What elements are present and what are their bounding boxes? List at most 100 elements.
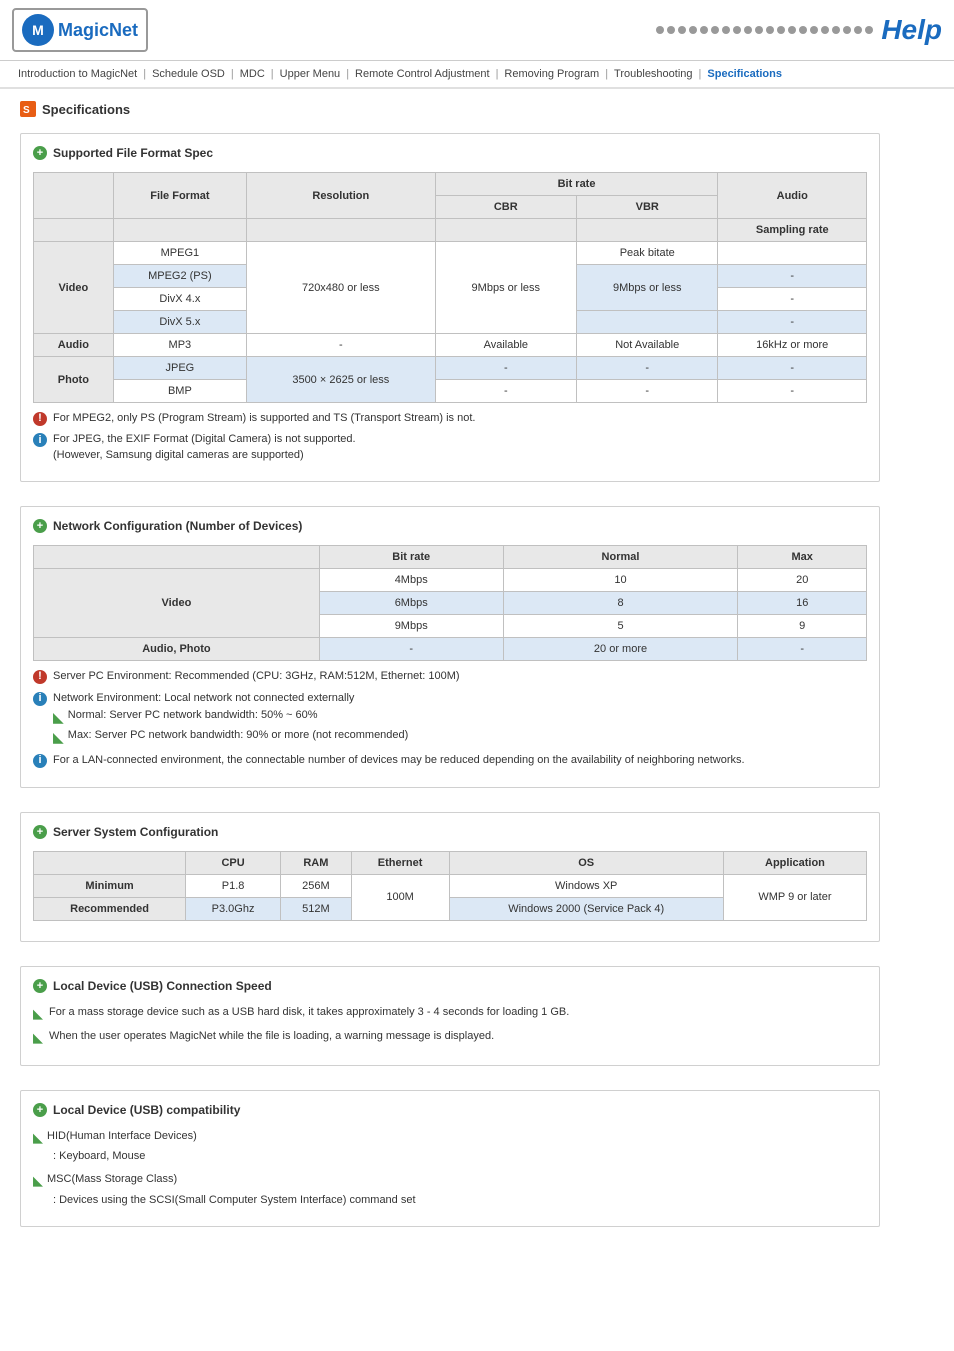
th-samp: Sampling rate (718, 219, 867, 242)
dot-18 (843, 26, 851, 34)
td-4mbps-max: 20 (738, 569, 867, 592)
td-vbr-divx5 (577, 311, 718, 334)
dot-19 (854, 26, 862, 34)
table-row: Video 4Mbps 10 20 (34, 569, 867, 592)
note-lan-connected: i For a LAN-connected environment, the c… (33, 753, 867, 768)
td-4mbps: 4Mbps (319, 569, 503, 592)
td-vbr-9mbps: 9Mbps or less (577, 265, 718, 311)
dot-17 (832, 26, 840, 34)
note-icon-blue-1: i (33, 433, 47, 447)
td-minimum-label: Minimum (34, 874, 186, 897)
td-min-cpu: P1.8 (186, 874, 281, 897)
th-audio: Audio (718, 173, 867, 219)
th-ss-app: Application (723, 851, 866, 874)
section-server-system: + Server System Configuration CPU RAM Et… (20, 812, 880, 942)
td-recommended-label: Recommended (34, 897, 186, 920)
dot-1 (656, 26, 664, 34)
section-file-format: + Supported File Format Spec File Format… (20, 133, 880, 482)
td-4mbps-normal: 10 (503, 569, 738, 592)
help-dots (656, 26, 873, 34)
table-row: Audio, Photo - 20 or more - (34, 638, 867, 661)
dot-13 (788, 26, 796, 34)
help-area: Help (656, 14, 942, 46)
td-9mbps-normal: 5 (503, 615, 738, 638)
td-6mbps-max: 16 (738, 592, 867, 615)
th-resolution: Resolution (247, 173, 436, 219)
section-local-device-speed: + Local Device (USB) Connection Speed ◣ … (20, 966, 880, 1066)
td-nc-video: Video (34, 569, 320, 638)
dot-15 (810, 26, 818, 34)
td-mpeg2: MPEG2 (PS) (113, 265, 246, 288)
th-empty2 (34, 219, 114, 242)
td-ethernet: 100M (351, 874, 449, 920)
dot-14 (799, 26, 807, 34)
td-rec-cpu: P3.0Ghz (186, 897, 281, 920)
logo-icon: M (22, 14, 54, 46)
dot-12 (777, 26, 785, 34)
section-network-title: + Network Configuration (Number of Devic… (33, 519, 867, 533)
th-vbr2 (577, 219, 718, 242)
note-icon-blue-2: i (33, 692, 47, 706)
nav-removing[interactable]: Removing Program (498, 65, 605, 83)
note-mpeg2-text: For MPEG2, only PS (Program Stream) is s… (53, 411, 475, 426)
dot-6 (711, 26, 719, 34)
note-mpeg2: ! For MPEG2, only PS (Program Stream) is… (33, 411, 867, 426)
td-video-label: Video (34, 242, 114, 334)
td-ap-max: - (738, 638, 867, 661)
nav-introduction[interactable]: Introduction to MagicNet (12, 65, 143, 83)
td-bmp: BMP (113, 380, 246, 403)
th-bit-rate: Bit rate (435, 173, 718, 196)
td-rec-ram: 512M (281, 897, 352, 920)
td-sampling-divx4: - (718, 288, 867, 311)
td-jpeg: JPEG (113, 357, 246, 380)
section-icon-file-format: + (33, 146, 47, 160)
dot-11 (766, 26, 774, 34)
note-jpeg: i For JPEG, the EXIF Format (Digital Cam… (33, 432, 867, 463)
arrow-icon-3: ◣ (33, 1129, 43, 1147)
help-title: Help (881, 14, 942, 46)
td-bmp-samp: - (718, 380, 867, 403)
td-photo-res: 3500 × 2625 or less (247, 357, 436, 403)
note-server-pc: ! Server PC Environment: Recommended (CP… (33, 669, 867, 684)
td-6mbps: 6Mbps (319, 592, 503, 615)
section-icon-network: + (33, 519, 47, 533)
arrow-icon-1: ◣ (33, 1005, 43, 1023)
nav-upper-menu[interactable]: Upper Menu (274, 65, 347, 83)
td-sampling-mpeg1 (718, 242, 867, 265)
th-nc-normal: Normal (503, 546, 738, 569)
th-ss-cpu: CPU (186, 851, 281, 874)
nav-schedule-osd[interactable]: Schedule OSD (146, 65, 231, 83)
table-row: Photo JPEG 3500 × 2625 or less - - - (34, 357, 867, 380)
th-ss-os: OS (449, 851, 723, 874)
hid-label: HID(Human Interface Devices) (47, 1129, 197, 1147)
td-sampling-mpeg2: - (718, 265, 867, 288)
th-ss-empty (34, 851, 186, 874)
nav-bar: Introduction to MagicNet | Schedule OSD … (0, 61, 954, 89)
td-audio-sampling: 16kHz or more (718, 334, 867, 357)
header: M MagicNet Help (0, 0, 954, 61)
page-title-icon: S (20, 101, 36, 117)
logo-text: MagicNet (58, 20, 138, 41)
td-audio-cbr: Available (435, 334, 576, 357)
section-icon-server: + (33, 825, 47, 839)
note-usb-speed-2: ◣ When the user operates MagicNet while … (33, 1029, 867, 1047)
note-usb-speed-1-text: For a mass storage device such as a USB … (49, 1005, 569, 1020)
nav-specifications[interactable]: Specifications (701, 65, 788, 83)
td-sampling-divx5: - (718, 311, 867, 334)
th-empty (34, 173, 114, 219)
td-audio-photo-label: Audio, Photo (34, 638, 320, 661)
arrow-icon-2: ◣ (33, 1029, 43, 1047)
logo-box: M MagicNet (12, 8, 148, 52)
section-local-compat-title: + Local Device (USB) compatibility (33, 1103, 867, 1117)
nav-remote-control[interactable]: Remote Control Adjustment (349, 65, 496, 83)
td-photo-jpeg-cbr: - (435, 357, 576, 380)
dot-5 (700, 26, 708, 34)
nav-mdc[interactable]: MDC (234, 65, 271, 83)
td-9mbps-max: 9 (738, 615, 867, 638)
td-divx4: DivX 4.x (113, 288, 246, 311)
td-9mbps: 9Mbps (319, 615, 503, 638)
nav-troubleshooting[interactable]: Troubleshooting (608, 65, 698, 83)
dot-4 (689, 26, 697, 34)
td-rec-os: Windows 2000 (Service Pack 4) (449, 897, 723, 920)
section-server-title: + Server System Configuration (33, 825, 867, 839)
